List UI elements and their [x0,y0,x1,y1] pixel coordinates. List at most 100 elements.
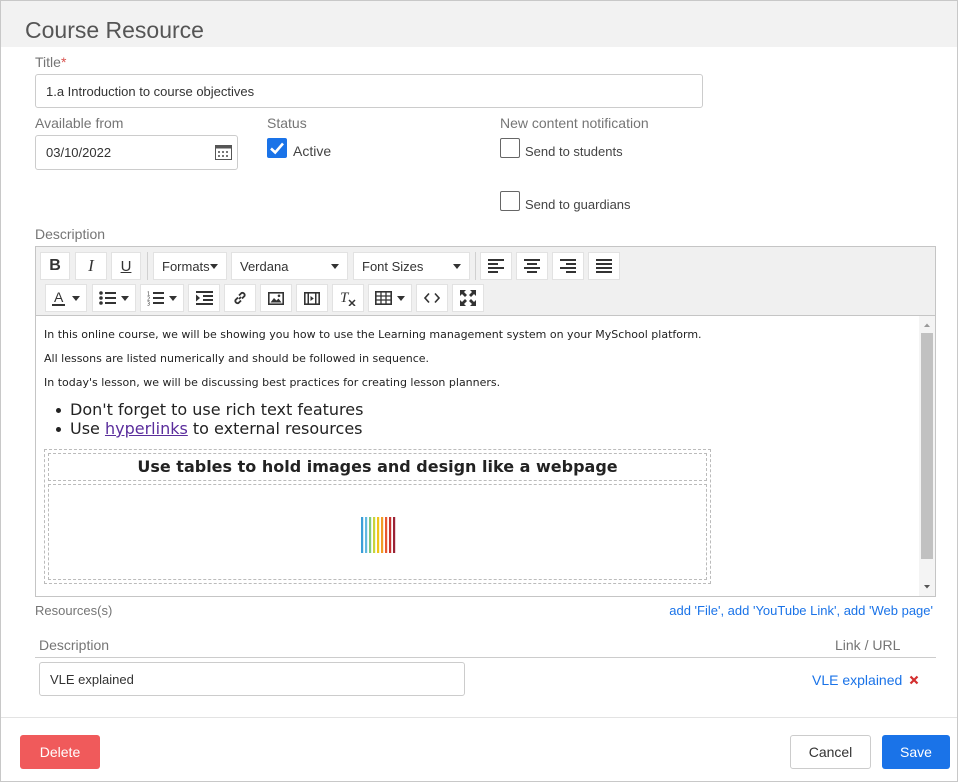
clear-format-icon: T [340,290,356,306]
numbered-list-button[interactable]: 123 [140,284,184,312]
dialog-header: Course Resource [1,1,957,47]
bold-icon: B [49,257,61,274]
align-left-icon [488,259,504,273]
list-item-text: Don't forget to use rich text features [70,400,364,419]
editor-content[interactable]: In this online course, we will be showin… [36,316,919,596]
bold-button[interactable]: B [40,252,70,280]
remove-icon[interactable] [909,675,919,685]
logo-stripe [385,517,388,553]
list-item-text: to external resources [187,419,363,438]
code-button[interactable] [416,284,448,312]
available-from-input[interactable] [35,135,238,170]
underline-button[interactable]: U [111,252,141,280]
formats-dropdown[interactable]: Formats [153,252,227,280]
hyperlink[interactable]: hyperlinks [105,419,188,438]
status-active-label: Active [293,143,332,159]
svg-text:3: 3 [147,301,150,306]
title-input[interactable] [35,74,703,108]
logo-stripe [369,517,372,553]
indent-button[interactable] [188,284,220,312]
editor-scrollbar[interactable] [919,316,935,596]
send-guardians-label: Send to guardians [525,197,631,212]
add-resource-links[interactable]: add 'File', add 'YouTube Link', add 'Web… [669,603,933,618]
scroll-up-icon[interactable] [919,319,935,331]
table-icon [375,291,392,305]
caret-down-icon [210,263,218,269]
calendar-icon[interactable] [215,144,232,160]
cancel-button[interactable]: Cancel [790,735,871,769]
link-button[interactable] [224,284,256,312]
underline-icon: U [120,257,132,275]
available-from-label: Available from [35,115,124,131]
resources-label: Resources(s) [35,603,113,618]
save-button[interactable]: Save [882,735,950,769]
list-item: Don't forget to use rich text features [56,400,364,419]
send-guardians-checkbox[interactable] [500,191,520,211]
media-button[interactable] [296,284,328,312]
text-color-icon: A [52,289,66,306]
status-active-checkbox[interactable] [267,138,287,158]
formats-label: Formats [162,258,210,274]
title-label-text: Title [35,54,61,70]
table-button[interactable] [368,284,412,312]
table-heading-cell: Use tables to hold images and design lik… [48,453,707,481]
align-justify-icon [596,259,612,273]
align-center-button[interactable] [516,252,548,280]
dialog-title: Course Resource [25,17,204,43]
align-right-button[interactable] [552,252,584,280]
fullscreen-button[interactable] [452,284,484,312]
rich-text-editor: B I U Formats Verdana Font Sizes A 1 2 3… [35,246,936,597]
font-sizes-dropdown[interactable]: Font Sizes [353,252,470,280]
clear-format-button[interactable]: T [332,284,364,312]
myschool-logo-icon [361,517,396,553]
logo-stripe [377,517,380,553]
logo-stripe [389,517,392,553]
indent-icon [195,291,213,305]
logo-stripe [365,517,368,553]
align-left-button[interactable] [480,252,512,280]
media-icon [304,291,320,305]
caret-down-icon [397,295,405,301]
font-sizes-label: Font Sizes [362,258,424,274]
caret-down-icon [121,295,129,301]
table-image-cell [48,484,707,580]
text-color-glyph: A [54,289,64,305]
required-mark: * [60,54,67,70]
image-button[interactable] [260,284,292,312]
italic-icon: I [88,256,94,275]
bullet-dot [56,427,61,432]
content-paragraph: In today's lesson, we will be discussing… [44,376,501,389]
caret-down-icon [72,295,80,301]
caret-down-icon [453,263,461,269]
description-label: Description [35,226,106,242]
scrollbar-thumb[interactable] [921,333,933,559]
resources-col-description: Description [39,637,110,653]
resource-link[interactable]: VLE explained [812,672,902,688]
date-picker [35,135,238,170]
resource-description-input[interactable] [39,662,465,696]
bullet-list-button[interactable] [92,284,136,312]
notification-label: New content notification [500,115,649,131]
text-color-button[interactable]: A [45,284,87,312]
align-justify-button[interactable] [588,252,620,280]
link-icon [234,291,246,305]
scroll-down-icon[interactable] [919,581,935,593]
code-icon [424,292,440,304]
font-family-label: Verdana [240,258,289,274]
send-students-checkbox[interactable] [500,138,520,158]
caret-down-icon [169,295,177,301]
title-label: Title* [35,54,66,70]
list-item: Use hyperlinks to external resources [56,419,363,438]
logo-stripe [373,517,376,553]
delete-button[interactable]: Delete [20,735,100,769]
toolbar-separator [147,252,148,280]
resources-header-divider [35,657,936,658]
image-icon [268,291,284,305]
editor-toolbar: B I U Formats Verdana Font Sizes A 1 2 3… [36,247,935,316]
italic-button[interactable]: I [75,252,107,280]
content-paragraph: In this online course, we will be showin… [44,328,702,341]
font-family-dropdown[interactable]: Verdana [231,252,348,280]
checkmark-icon [270,142,284,155]
toolbar-separator [475,252,476,280]
bullet-list-icon [99,291,116,305]
